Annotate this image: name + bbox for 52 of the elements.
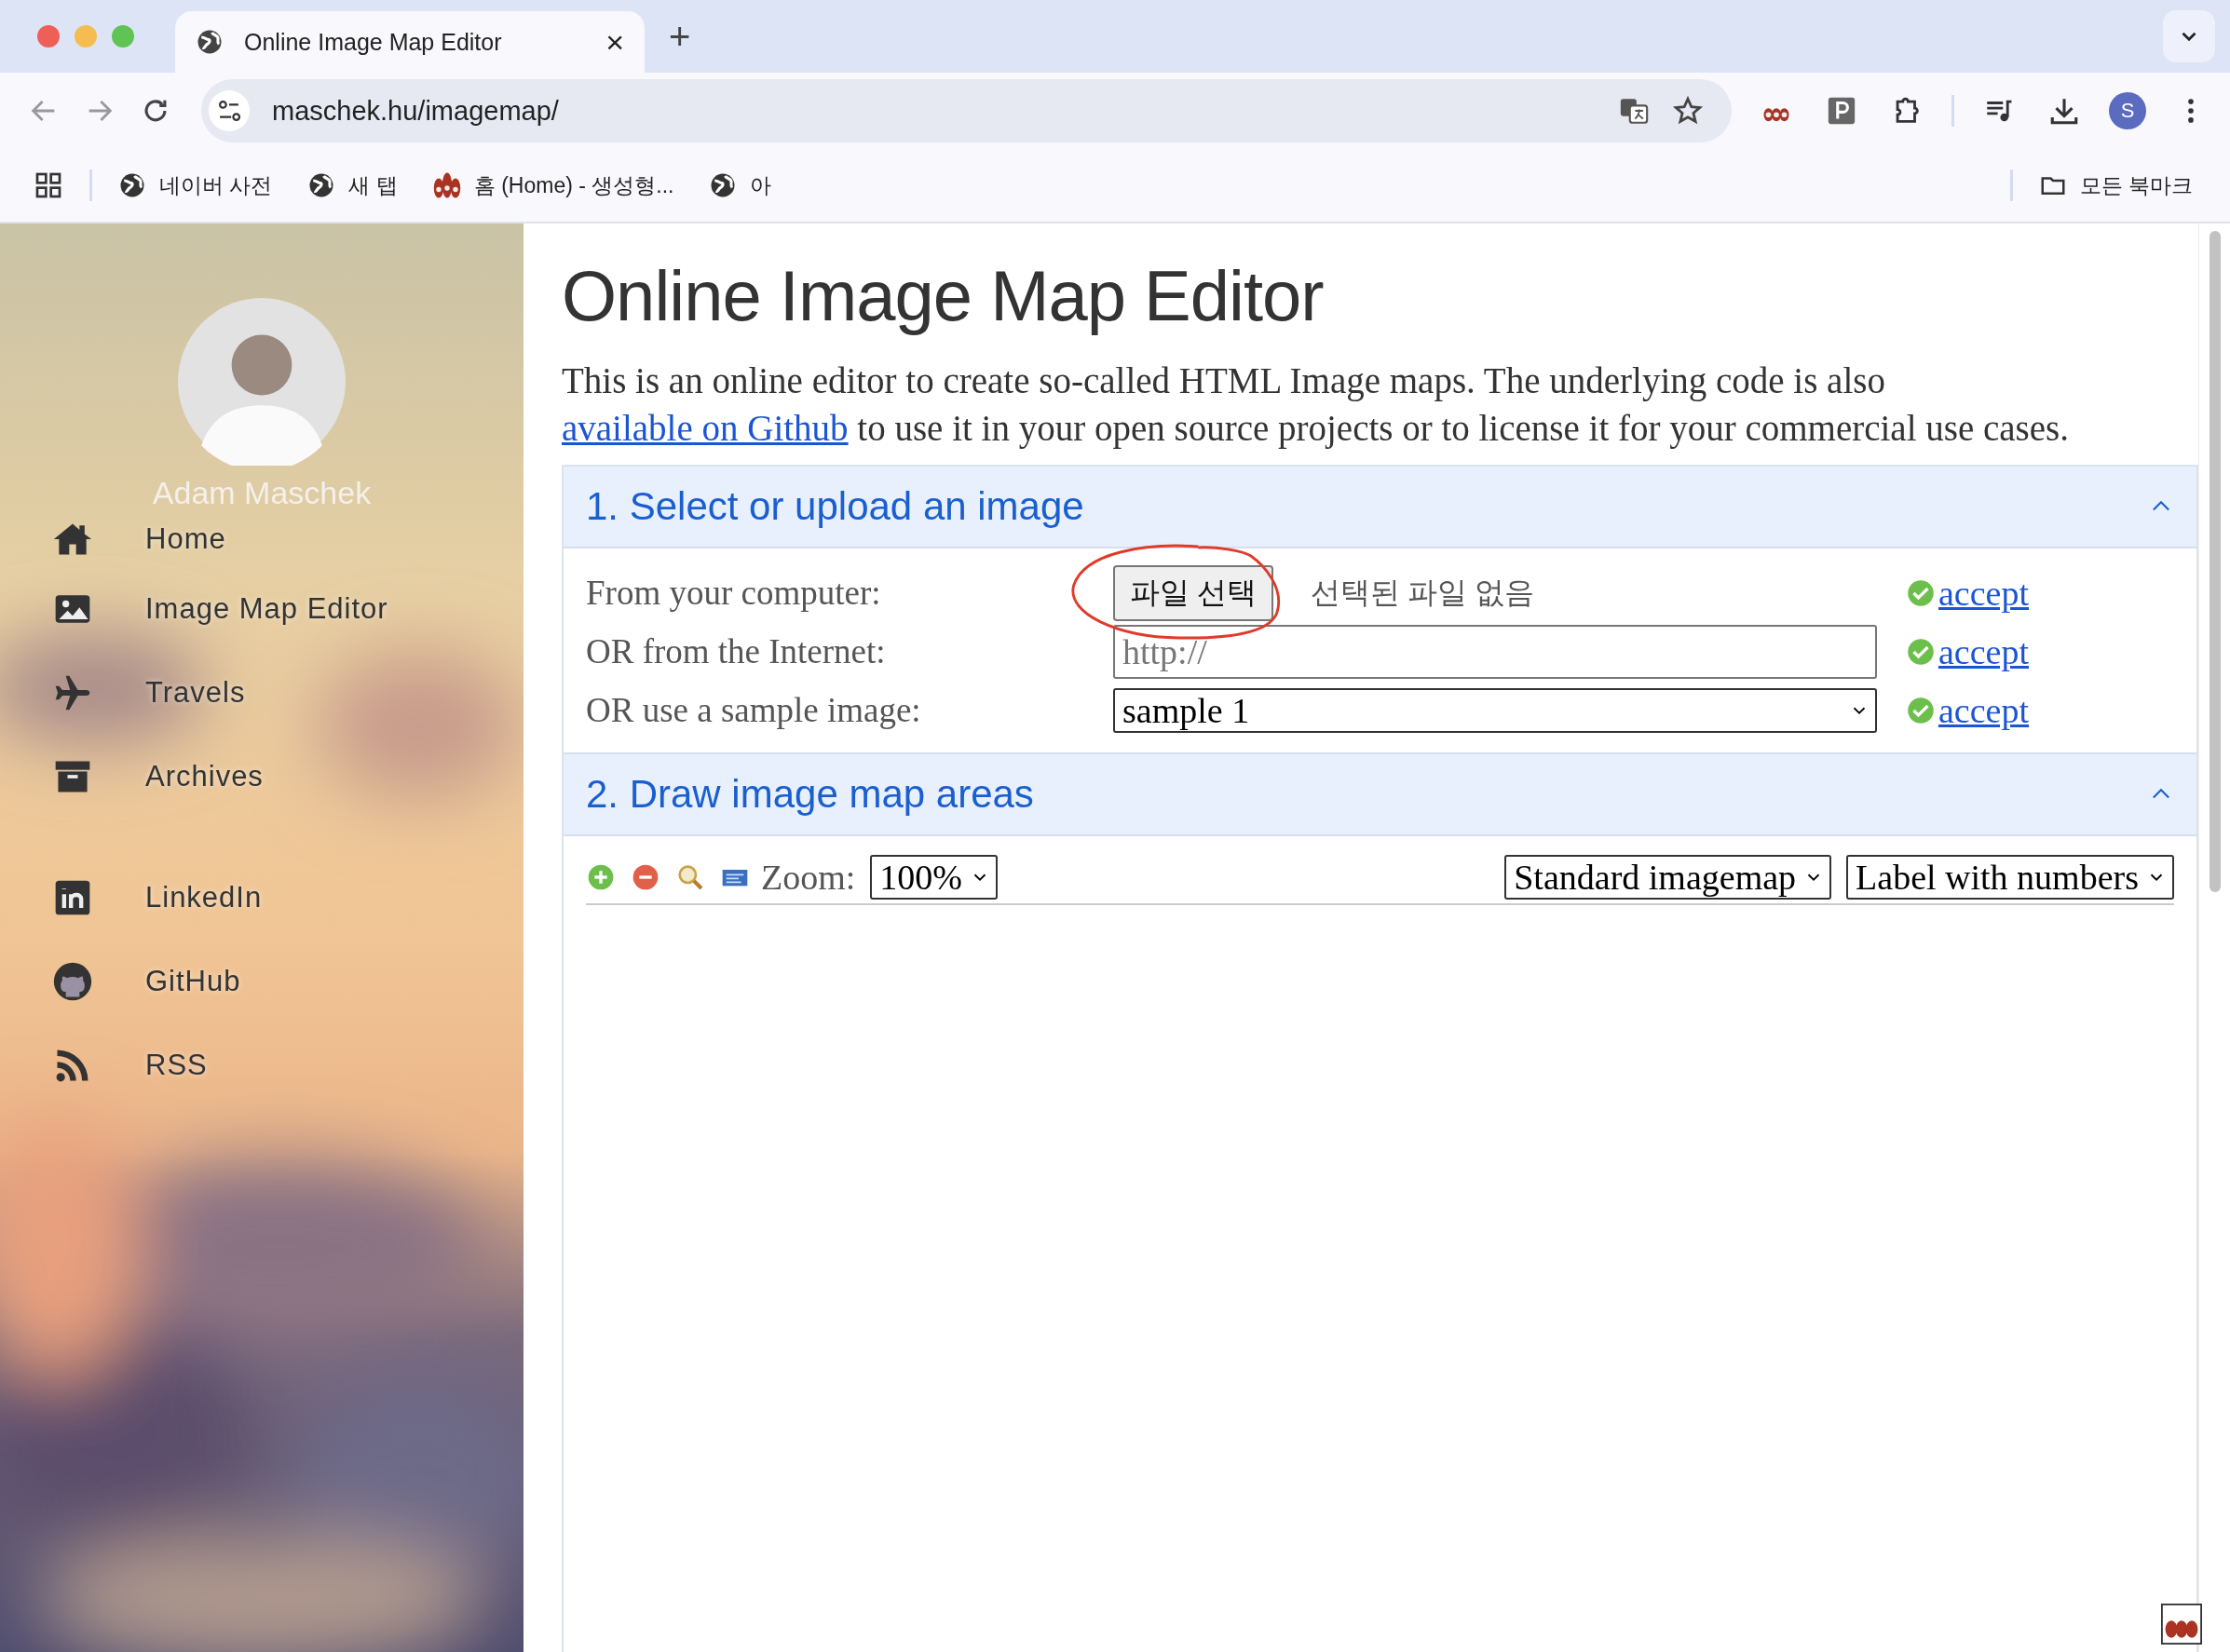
url-field[interactable]: http:// bbox=[1113, 624, 1877, 679]
check-icon bbox=[1907, 637, 1935, 666]
zoom-label: Zoom: bbox=[761, 857, 856, 898]
bookmark[interactable]: 새 탭 bbox=[307, 170, 398, 200]
favicon-icon bbox=[432, 171, 461, 199]
nav-link[interactable]: Travels bbox=[52, 651, 524, 735]
mode-select[interactable]: Label with numbers bbox=[1846, 855, 2174, 900]
scrollbar[interactable] bbox=[2210, 231, 2221, 892]
section-header[interactable]: 2. Draw image map areas bbox=[564, 754, 2196, 836]
star-icon[interactable] bbox=[1672, 95, 1704, 127]
section-header[interactable]: 1. Select or upload an image bbox=[564, 467, 2196, 548]
github-icon bbox=[52, 961, 93, 1002]
magnifier-icon[interactable] bbox=[675, 862, 705, 892]
globe-icon bbox=[118, 171, 146, 199]
p-extension-icon[interactable] bbox=[1826, 95, 1857, 127]
address-bar[interactable]: maschek.hu/imagemap/ bbox=[201, 79, 1732, 142]
nav-link[interactable]: Archives bbox=[52, 735, 524, 819]
accept-link[interactable]: accept bbox=[1938, 572, 2030, 614]
bookmark[interactable]: 네이버 사전 bbox=[118, 170, 273, 200]
bookmark[interactable]: 아 bbox=[709, 170, 772, 200]
browser-tab[interactable]: Online Image Map Editor × bbox=[175, 11, 645, 73]
field-label: OR from the Internet: bbox=[586, 631, 887, 671]
accept-link[interactable]: accept bbox=[1938, 630, 2030, 672]
social-link[interactable]: RSS bbox=[52, 1023, 524, 1107]
globe-icon bbox=[196, 28, 224, 56]
mode-select[interactable]: Standard imagemap bbox=[1504, 855, 1832, 900]
social-link[interactable]: GitHub bbox=[52, 940, 524, 1023]
choose-file-button[interactable]: 파일 선택 bbox=[1113, 564, 1273, 621]
github-link[interactable]: available on Github bbox=[562, 408, 849, 448]
check-icon bbox=[1907, 696, 1935, 724]
nav-link[interactable]: Image Map Editor bbox=[52, 567, 524, 651]
field-label: From your computer: bbox=[586, 573, 882, 613]
site-settings-icon[interactable] bbox=[209, 90, 250, 131]
zoom-select[interactable]: 100% bbox=[870, 855, 998, 900]
intro-paragraph: This is an online editor to create so-called HTML Image maps. The underlying code is also available on Github to use it in your open source projects or to license it for your commercial use cases. bbox=[562, 359, 2071, 451]
new-tab-button[interactable]: + bbox=[663, 14, 697, 59]
close-window-button[interactable] bbox=[37, 25, 60, 47]
all-bookmarks-folder[interactable]: 모든 북마크 bbox=[2038, 170, 2193, 200]
remove-icon[interactable] bbox=[631, 862, 660, 892]
extension-icon[interactable] bbox=[2161, 1604, 2202, 1645]
bookmark[interactable]: 홈 (Home) - 생성형... bbox=[432, 170, 674, 200]
check-icon bbox=[1907, 578, 1935, 607]
sample-select[interactable]: sample 1 bbox=[1113, 687, 1877, 733]
file-status: 선택된 파일 없음 bbox=[1311, 574, 1534, 611]
accept-link[interactable]: accept bbox=[1938, 689, 2030, 731]
field-label: OR use a sample image: bbox=[586, 690, 922, 730]
nav-link[interactable]: Home bbox=[52, 511, 524, 567]
profile-avatar[interactable]: S bbox=[2109, 92, 2146, 129]
author-name: Adam Maschek bbox=[152, 475, 372, 511]
social-link[interactable]: LinkedIn bbox=[52, 856, 524, 940]
apps-icon[interactable] bbox=[34, 170, 63, 200]
page-title: Online Image Map Editor bbox=[562, 255, 1325, 336]
